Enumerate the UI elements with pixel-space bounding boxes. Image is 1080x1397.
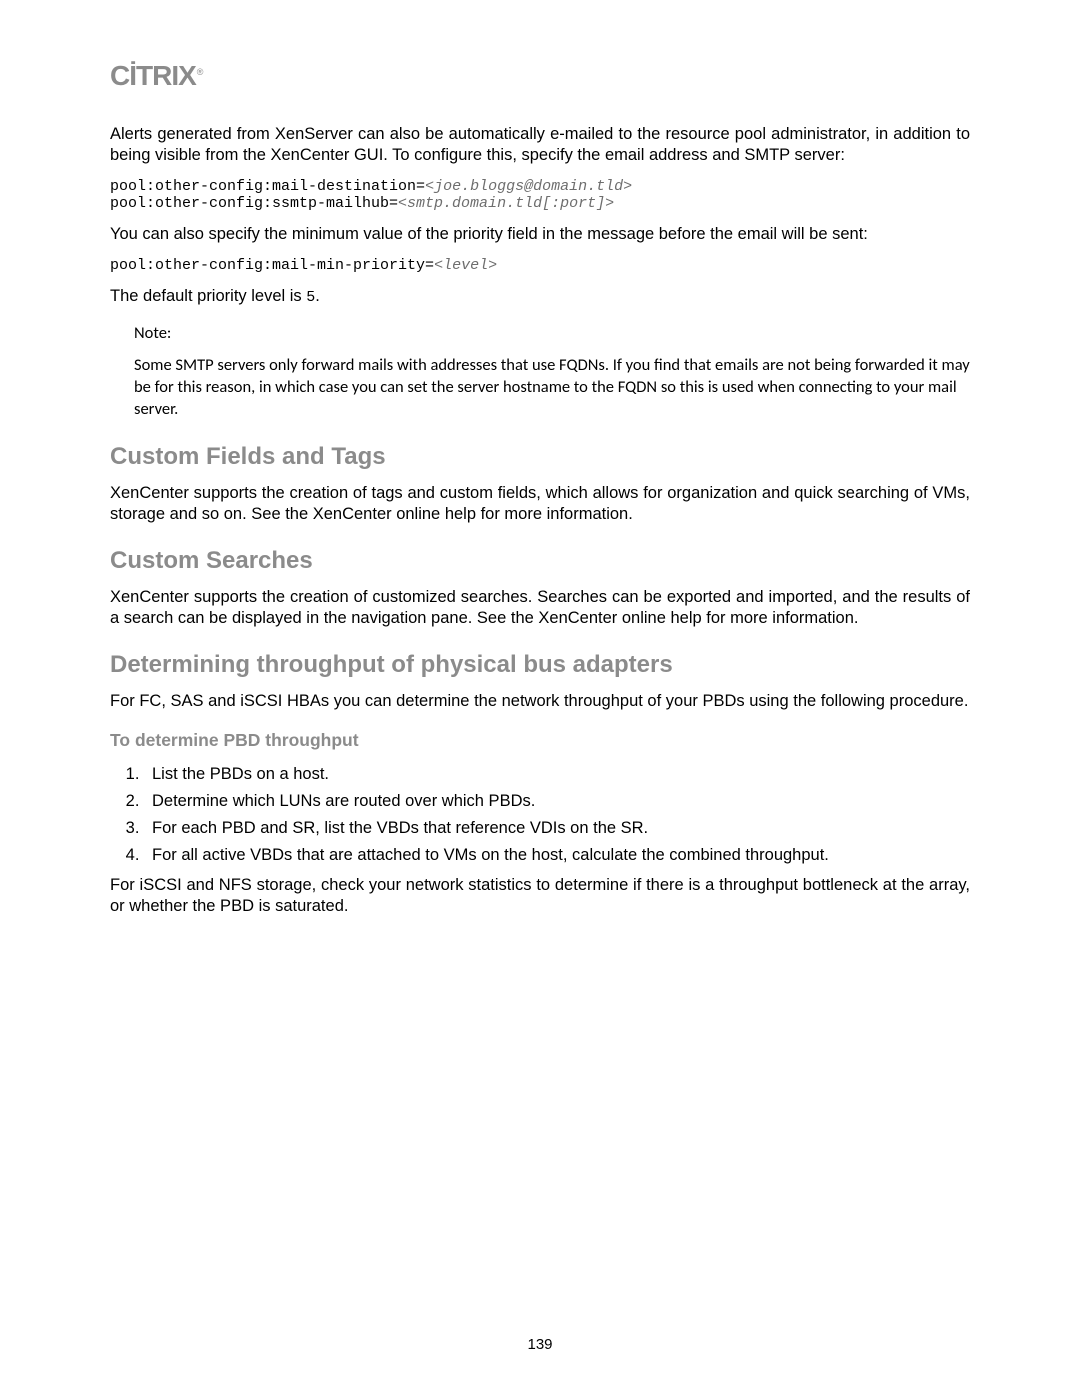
replaceable-text: <smtp.domain.tld[:port]> — [398, 195, 614, 212]
citrix-logo: CİTRIX® — [110, 60, 970, 92]
registered-mark: ® — [197, 67, 203, 77]
text: The default priority level is — [110, 287, 306, 305]
note-block: Note: Some SMTP servers only forward mai… — [134, 322, 970, 421]
list-item: List the PBDs on a host. — [144, 765, 970, 784]
heading-procedure: To determine PBD throughput — [110, 730, 970, 751]
paragraph-default-priority: The default priority level is 5. — [110, 286, 970, 307]
replaceable-text: <level> — [434, 257, 497, 274]
paragraph-closing: For iSCSI and NFS storage, check your ne… — [110, 875, 970, 917]
code-block-mail-config: pool:other-config:mail-destination=<joe.… — [110, 178, 970, 212]
heading-custom-fields: Custom Fields and Tags — [110, 443, 970, 471]
replaceable-text: <joe.bloggs@domain.tld> — [425, 178, 632, 195]
paragraph-custom-fields: XenCenter supports the creation of tags … — [110, 483, 970, 525]
note-label: Note: — [134, 322, 970, 344]
logo-text: CİTRIX — [110, 60, 196, 91]
paragraph-priority: You can also specify the minimum value o… — [110, 224, 970, 245]
note-body: Some SMTP servers only forward mails wit… — [134, 354, 970, 421]
page-number: 139 — [0, 1336, 1080, 1353]
code-text: pool:other-config:mail-destination= — [110, 178, 425, 195]
text: . — [315, 287, 320, 305]
procedure-steps-list: List the PBDs on a host. Determine which… — [110, 765, 970, 865]
code-text: pool:other-config:ssmtp-mailhub= — [110, 195, 398, 212]
paragraph-custom-searches: XenCenter supports the creation of custo… — [110, 587, 970, 629]
heading-custom-searches: Custom Searches — [110, 547, 970, 575]
code-block-priority: pool:other-config:mail-min-priority=<lev… — [110, 257, 970, 274]
list-item: Determine which LUNs are routed over whi… — [144, 792, 970, 811]
code-text: pool:other-config:mail-min-priority= — [110, 257, 434, 274]
literal-text: 5 — [306, 289, 315, 306]
paragraph-throughput: For FC, SAS and iSCSI HBAs you can deter… — [110, 691, 970, 712]
list-item: For all active VBDs that are attached to… — [144, 846, 970, 865]
intro-paragraph: Alerts generated from XenServer can also… — [110, 124, 970, 166]
heading-throughput: Determining throughput of physical bus a… — [110, 651, 970, 679]
list-item: For each PBD and SR, list the VBDs that … — [144, 819, 970, 838]
